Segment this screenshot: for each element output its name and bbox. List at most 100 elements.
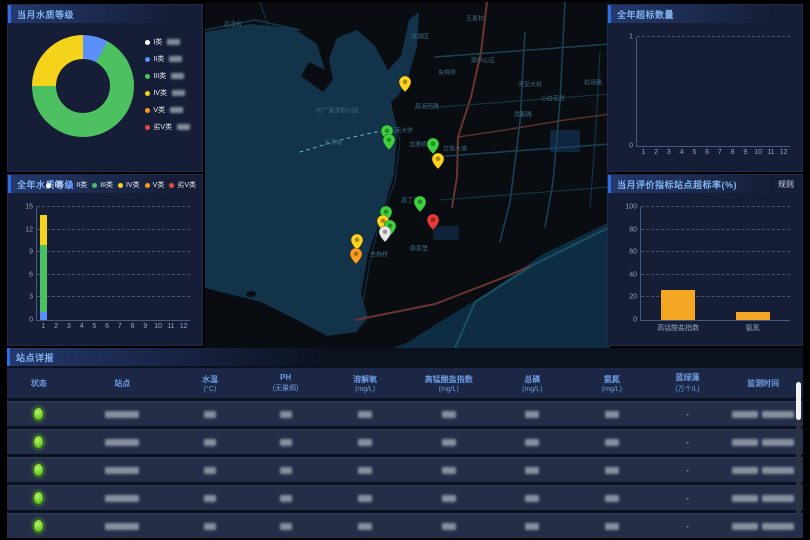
x-axis-tick: 5	[88, 323, 101, 330]
table-scrollbar-thumb[interactable]	[796, 382, 801, 420]
table-row[interactable]: -	[7, 401, 803, 426]
column-header-unit: (mg/L)	[602, 386, 622, 393]
redacted-value	[605, 467, 619, 474]
station-pin-orange[interactable]	[350, 248, 362, 264]
cell-蓝绿藻: -	[652, 494, 724, 503]
legend-item-I类[interactable]: I类	[145, 37, 190, 47]
map-base	[205, 2, 610, 348]
x-axis: 123456789101112	[37, 323, 190, 330]
table-row[interactable]: -	[7, 429, 803, 454]
column-header-监测时间: 监测时间	[723, 378, 803, 389]
map-panel: 石凌岭五星村滨湖区梁中心区东绛桥天安大桥机场路小白花桥高浪西路吴都路长广溪湿地公…	[205, 2, 610, 348]
water-quality-dashboard: 当月水质等级 I类II类III类IV类V类劣V类 全年水质等级 I类II类III…	[0, 0, 810, 540]
rules-link[interactable]: 规则	[778, 179, 802, 190]
y-axis-tick: 6	[29, 271, 33, 278]
y-axis-tick: 80	[629, 226, 637, 233]
redacted-value	[280, 467, 292, 474]
x-axis-tick: 4	[675, 149, 688, 156]
bar[interactable]	[661, 207, 695, 320]
x-axis: 123456789101112	[637, 149, 790, 156]
column-header-line1: 高锰酸盐指数	[425, 374, 473, 385]
legend-item-III类[interactable]: III类	[92, 180, 113, 190]
cell-高锰酸盐指数	[405, 411, 493, 418]
x-axis-tick: 2	[50, 323, 63, 330]
column-header-高锰酸盐指数: 高锰酸盐指数(mg/L)	[405, 374, 493, 393]
legend-item-V类[interactable]: V类	[145, 180, 165, 190]
cell-总磷	[493, 523, 573, 530]
station-pin-white[interactable]	[379, 226, 391, 242]
station-pin-green[interactable]	[414, 196, 426, 212]
legend-label: I类	[54, 180, 63, 190]
redacted-value	[358, 411, 372, 418]
station-pin-green[interactable]	[383, 134, 395, 150]
legend-label: III类	[100, 180, 113, 190]
cell-水温	[174, 439, 246, 446]
legend-label: 劣V类	[153, 122, 172, 132]
map-canvas[interactable]: 石凌岭五星村滨湖区梁中心区东绛桥天安大桥机场路小白花桥高浪西路吴都路长广溪湿地公…	[205, 2, 610, 348]
column-header-line1: PH	[280, 373, 291, 382]
cell-PH	[246, 411, 326, 418]
yearly-grade-chart: 03691215123456789101112	[36, 207, 190, 321]
redacted-value	[762, 467, 794, 474]
cell-状态	[7, 491, 71, 505]
donut-chart[interactable]	[32, 35, 134, 137]
x-axis-tick: 11	[165, 323, 178, 330]
station-pin-yellow[interactable]	[432, 153, 444, 169]
redacted-value	[280, 411, 292, 418]
y-axis-tick: 12	[25, 226, 33, 233]
legend-dot	[145, 183, 150, 188]
legend-item-劣V类[interactable]: 劣V类	[145, 122, 190, 132]
cell-状态	[7, 407, 71, 421]
redacted-value	[280, 495, 292, 502]
x-axis: 高锰酸盐指数氨氮	[641, 323, 790, 333]
x-axis-tick: 11	[765, 149, 778, 156]
legend-label: IV类	[126, 180, 140, 190]
x-axis-tick: 高锰酸盐指数	[641, 323, 716, 333]
legend-item-II类[interactable]: II类	[145, 54, 190, 64]
x-axis-tick: 12	[177, 323, 190, 330]
legend-item-III类[interactable]: III类	[145, 71, 190, 81]
table-row[interactable]: -	[7, 513, 803, 538]
legend-item-I类[interactable]: I类	[46, 180, 63, 190]
cell-站点	[71, 411, 174, 418]
legend-item-II类[interactable]: II类	[68, 180, 87, 190]
cell-站点	[71, 467, 174, 474]
bar[interactable]	[736, 207, 770, 320]
panel-header: 站点详报	[7, 348, 803, 366]
table-body: - - - - -	[7, 401, 803, 538]
cell-PH	[246, 467, 326, 474]
cell-总磷	[493, 439, 573, 446]
redacted-value	[172, 90, 185, 96]
x-axis-tick: 2	[650, 149, 663, 156]
x-axis-tick: 1	[637, 149, 650, 156]
station-pin-green[interactable]	[427, 138, 439, 154]
redacted-value	[525, 495, 539, 502]
column-header-line1: 监测时间	[747, 378, 779, 389]
legend-item-劣V类[interactable]: 劣V类	[169, 180, 196, 190]
algae-value: -	[686, 438, 689, 447]
bar[interactable]	[40, 207, 47, 320]
cell-氨氮	[572, 495, 652, 502]
legend-item-V类[interactable]: V类	[145, 105, 190, 115]
redacted-value	[204, 495, 216, 502]
table-scrollbar-track[interactable]	[796, 382, 801, 516]
x-axis-tick: 7	[114, 323, 127, 330]
table-header-row: 状态站点水温(°C)PH(无量纲)溶解氧(mg/L)高锰酸盐指数(mg/L)总磷…	[7, 368, 803, 398]
redacted-value	[762, 411, 794, 418]
x-axis-tick: 氨氮	[716, 323, 791, 333]
table-row[interactable]: -	[7, 457, 803, 482]
cell-监测时间	[723, 467, 803, 474]
legend-label: II类	[76, 180, 87, 190]
cell-监测时间	[723, 411, 803, 418]
panel-monthly-rate: 当月评价指标站点超标率(%) 规则 020406080100高锰酸盐指数氨氮	[607, 174, 803, 346]
x-axis-tick: 10	[152, 323, 165, 330]
legend-item-IV类[interactable]: IV类	[145, 88, 190, 98]
status-normal-dot	[33, 491, 44, 505]
station-pin-yellow[interactable]	[399, 76, 411, 92]
cell-高锰酸盐指数	[405, 467, 493, 474]
legend-item-IV类[interactable]: IV类	[118, 180, 140, 190]
station-pin-red[interactable]	[427, 214, 439, 230]
cell-总磷	[493, 467, 573, 474]
table-row[interactable]: -	[7, 485, 803, 510]
redacted-value	[358, 467, 372, 474]
